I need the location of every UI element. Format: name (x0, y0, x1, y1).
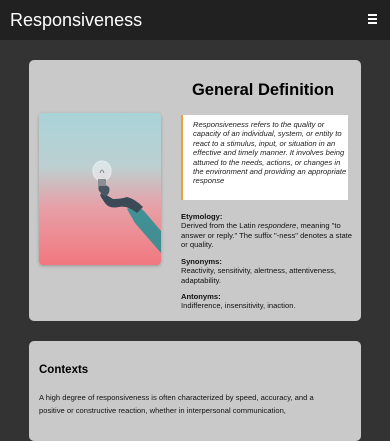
lightbulb-image (39, 113, 161, 265)
hamburger-menu-icon[interactable] (367, 12, 378, 28)
menu-bar (368, 22, 377, 24)
contexts-card: Contexts A high degree of responsiveness… (29, 341, 361, 441)
etymology-section: Etymology: Derived from the Latin respon… (181, 212, 353, 250)
antonyms-label: Antonyms: (181, 292, 221, 301)
etymology-text-before: Derived from the Latin (181, 221, 258, 231)
synonyms-section: Synonyms: Reactivity, sensitivity, alert… (181, 257, 353, 285)
top-navbar: Responsiveness (0, 0, 390, 40)
etymology-label: Etymology: (181, 212, 223, 221)
lightbulb-photo-icon (92, 160, 161, 253)
menu-bar (368, 14, 377, 16)
contexts-body: A high degree of responsiveness is often… (39, 393, 314, 415)
synonyms-label: Synonyms: (181, 257, 222, 266)
definition-quote: Responsiveness refers to the quality or … (181, 115, 348, 200)
antonyms-text: Indifference, insensitivity, inaction. (181, 301, 296, 311)
brand-title[interactable]: Responsiveness (10, 9, 142, 31)
definition-card: General Definition Responsiveness refers… (29, 60, 361, 321)
menu-bar (368, 18, 377, 20)
contexts-title: Contexts (39, 364, 89, 376)
antonyms-section: Antonyms: Indifference, insensitivity, i… (181, 292, 353, 311)
synonyms-text: Reactivity, sensitivity, alertness, atte… (181, 266, 337, 285)
etymology-latin-word: respondere (257, 221, 297, 231)
definition-title: General Definition (191, 81, 335, 99)
